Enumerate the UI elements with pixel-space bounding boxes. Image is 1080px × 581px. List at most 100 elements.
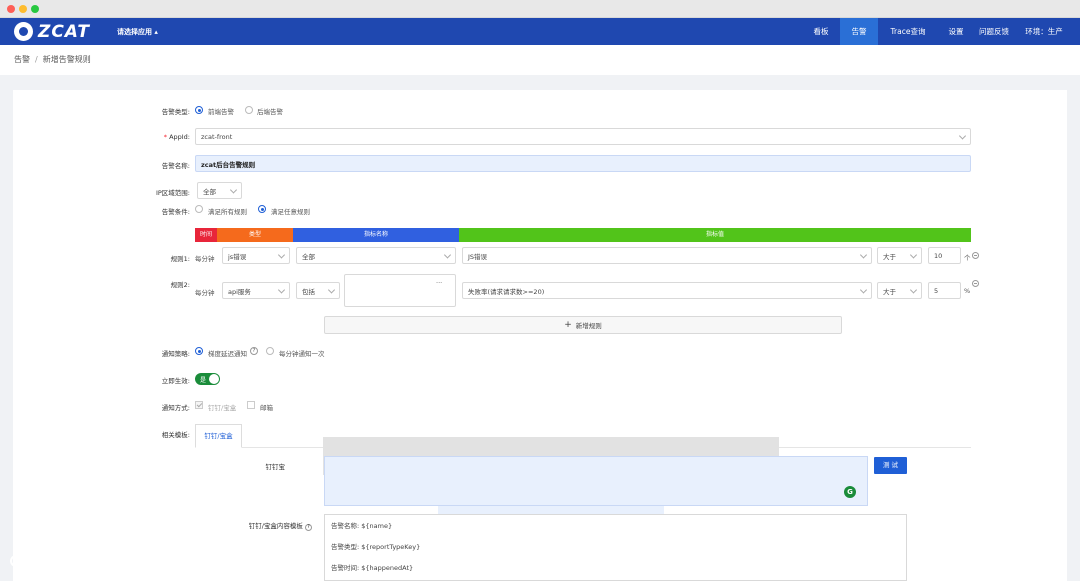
alert-name-value: zcat后台告警规则 xyxy=(201,160,256,169)
rule2-match-value: 包括 xyxy=(302,287,315,296)
rule1-time: 每分钟 xyxy=(195,255,215,263)
template-line-time: 告警时间: ${happenedAt} xyxy=(331,564,414,572)
chevron-down-icon xyxy=(958,131,967,140)
effective-toggle[interactable]: 是 xyxy=(195,373,220,385)
toggle-text: 是 xyxy=(200,377,207,384)
condition-all-radio[interactable] xyxy=(195,205,203,213)
rule-header-type: 类型 xyxy=(217,228,293,242)
content-template-textarea[interactable]: 告警名称: ${name} 告警类型: ${reportTypeKey} 告警时… xyxy=(324,514,907,581)
rule2-label: 规则2: xyxy=(170,281,190,289)
strategy-gradient-label: 梯度延迟通知 xyxy=(208,350,247,358)
chevron-down-icon xyxy=(229,185,238,194)
chevron-down-icon xyxy=(909,285,918,294)
chevron-down-icon xyxy=(859,250,868,259)
breadcrumb-separator: / xyxy=(35,55,38,64)
maximize-window-icon[interactable] xyxy=(31,5,39,13)
remove-rule2-icon[interactable] xyxy=(972,280,979,287)
rule1-metric-name-value: 全部 xyxy=(302,252,315,261)
watermark-logo-icon xyxy=(10,550,46,572)
content-template-label: 钉钉/宝盒内容模板 ? xyxy=(240,520,312,531)
rule2-operator-select[interactable]: 大于 xyxy=(877,282,922,299)
rule1-operator-select[interactable]: 大于 xyxy=(877,247,922,264)
template-line-name: 告警名称: ${name} xyxy=(331,522,393,530)
nav-feedback[interactable]: 问题反馈 xyxy=(974,18,1014,45)
rule2-type-value: api服务 xyxy=(228,287,251,296)
top-navbar: ZCAT 请选择应用 ▴ 看板 告警 Trace查询 设置 问题反馈 环境：生产 xyxy=(0,18,1080,45)
alert-type-label: 告警类型: xyxy=(161,108,190,116)
dingtalk-overlay-bottom xyxy=(438,506,664,514)
alert-name-label: 告警名称: xyxy=(161,162,190,170)
breadcrumb: 告警 / 新增告警规则 xyxy=(14,54,91,65)
appid-select[interactable]: zcat-front xyxy=(195,128,971,145)
rule1-threshold-input[interactable]: 10 xyxy=(928,247,961,264)
minimize-window-icon[interactable] xyxy=(19,5,27,13)
rule2-extra-ellipsis[interactable]: ... xyxy=(436,277,442,285)
rule1-type-select[interactable]: js错误 xyxy=(222,247,290,264)
ip-region-value: 全部 xyxy=(203,187,216,196)
alert-type-backend-radio[interactable] xyxy=(245,106,253,114)
help-icon[interactable]: ? xyxy=(250,347,258,355)
dingtalk-label: 钉钉宝 xyxy=(265,463,286,471)
grammarly-icon[interactable]: G xyxy=(844,486,856,498)
ip-region-select[interactable]: 全部 xyxy=(197,182,242,199)
alert-type-frontend-radio[interactable] xyxy=(195,106,203,114)
breadcrumb-alerts[interactable]: 告警 xyxy=(14,55,30,64)
condition-all-label: 满足所有规则 xyxy=(208,208,247,216)
close-window-icon[interactable] xyxy=(7,5,15,13)
rule2-match-select[interactable]: 包括 xyxy=(296,282,340,299)
remove-rule1-icon[interactable] xyxy=(972,252,979,259)
tab-dingtalk[interactable]: 钉钉/宝盒 xyxy=(195,424,242,448)
ip-region-label: IP区域范围: xyxy=(155,189,190,197)
rule2-operator-value: 大于 xyxy=(883,287,896,296)
nav-settings[interactable]: 设置 xyxy=(942,18,970,45)
rule2-threshold-value: 5 xyxy=(934,286,939,295)
template-line-type: 告警类型: ${reportTypeKey} xyxy=(331,543,421,551)
nav-dashboard[interactable]: 看板 xyxy=(806,18,836,45)
chevron-down-icon xyxy=(443,250,452,259)
notify-dingtalk-checkbox[interactable] xyxy=(195,401,203,409)
help-icon[interactable]: ? xyxy=(305,524,312,531)
rule1-metric-value: JS错误 xyxy=(468,252,488,261)
rule2-metric-value: 失败率(请求请求数>=20) xyxy=(468,287,545,296)
rule2-type-select[interactable]: api服务 xyxy=(222,282,290,299)
watermark: 大数跨境 xyxy=(10,546,118,576)
chevron-down-icon xyxy=(277,285,286,294)
nav-trace-query[interactable]: Trace查询 xyxy=(884,18,932,45)
test-button[interactable]: 测 试 xyxy=(874,457,907,474)
breadcrumb-bar: 告警 / 新增告警规则 xyxy=(0,45,1080,75)
appid-label-text: AppId: xyxy=(167,133,190,141)
condition-any-radio[interactable] xyxy=(258,205,266,213)
app-select-dropdown[interactable]: 请选择应用 ▴ xyxy=(117,27,158,37)
strategy-every-minute-radio[interactable] xyxy=(266,347,274,355)
rule2-time: 每分钟 xyxy=(195,289,215,297)
plus-icon: + xyxy=(564,320,572,330)
add-rule-button[interactable]: + 新增规则 xyxy=(324,316,842,334)
rule1-type-value: js错误 xyxy=(228,252,247,261)
chevron-down-icon xyxy=(859,285,868,294)
rule2-metric-value-select[interactable]: 失败率(请求请求数>=20) xyxy=(462,282,872,299)
rule1-operator-value: 大于 xyxy=(883,252,896,261)
rule1-label: 规则1: xyxy=(170,255,190,263)
alert-type-backend-label: 后端告警 xyxy=(257,108,283,116)
rule1-unit: 个 xyxy=(964,254,971,262)
strategy-gradient-radio[interactable] xyxy=(195,347,203,355)
appid-value: zcat-front xyxy=(201,132,233,141)
dingtalk-token-input[interactable] xyxy=(324,456,868,506)
nav-alerts[interactable]: 告警 xyxy=(840,18,878,45)
chevron-down-icon xyxy=(277,250,286,259)
rule1-metric-value-select[interactable]: JS错误 xyxy=(462,247,872,264)
alert-name-input[interactable]: zcat后台告警规则 xyxy=(195,155,971,172)
rule2-threshold-input[interactable]: 5 xyxy=(928,282,961,299)
effective-label: 立即生效: xyxy=(161,377,190,385)
zcat-logo[interactable]: ZCAT xyxy=(14,21,90,42)
notify-method-label: 通知方式: xyxy=(161,404,190,412)
condition-label: 告警条件: xyxy=(161,208,190,216)
cat-logo-icon xyxy=(14,22,33,41)
notify-email-label: 邮箱 xyxy=(260,404,273,412)
rule1-threshold-value: 10 xyxy=(934,251,943,260)
template-label: 相关模板: xyxy=(161,431,190,439)
rule1-metric-name-select[interactable]: 全部 xyxy=(296,247,456,264)
notify-email-checkbox[interactable] xyxy=(247,401,255,409)
env-selector[interactable]: 环境：生产 xyxy=(1018,18,1070,45)
rule-header-metric-name: 指标名称 xyxy=(293,228,459,242)
